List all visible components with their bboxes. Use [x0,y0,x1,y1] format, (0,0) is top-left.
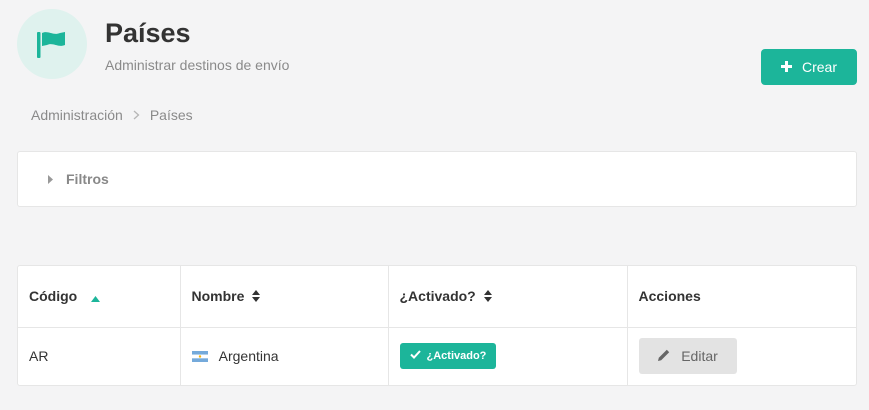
pencil-icon [657,348,671,365]
cell-actions: Editar [627,327,856,385]
breadcrumb-item-paises: Países [149,107,193,123]
cell-active: ¿Activado? [388,327,628,385]
column-header-codigo[interactable]: Código [18,266,181,328]
argentina-flag-icon [191,349,208,365]
sort-ascending-icon [91,289,101,305]
cell-code: AR [18,327,181,385]
column-header-nombre[interactable]: Nombre [180,266,389,328]
table-row: AR Argentina ¿Activado? Editar [18,327,856,385]
create-button-label: Crear [801,59,837,75]
edit-button[interactable]: Editar [638,338,737,375]
active-badge: ¿Activado? [399,343,497,370]
sort-icon [252,289,261,305]
filters-toggle[interactable]: Filtros [17,151,857,207]
breadcrumb-item-administracion[interactable]: Administración [31,107,123,123]
column-header-activado[interactable]: ¿Activado? [388,266,628,328]
countries-table: Código Nombre ¿Activado? Acciones AR Arg… [17,265,857,386]
sort-icon [483,289,492,305]
caret-right-icon [48,171,54,187]
flag-icon [17,9,87,79]
filters-label: Filtros [66,171,109,187]
check-icon [409,350,421,362]
page-title: Países [105,18,191,48]
plus-icon [780,59,792,75]
cell-name: Argentina [180,327,389,385]
page-subtitle: Administrar destinos de envío [105,57,290,73]
create-button[interactable]: Crear [761,49,857,85]
chevron-right-icon [133,108,140,123]
breadcrumb: Administración Países [31,107,193,123]
column-header-acciones: Acciones [627,266,856,328]
